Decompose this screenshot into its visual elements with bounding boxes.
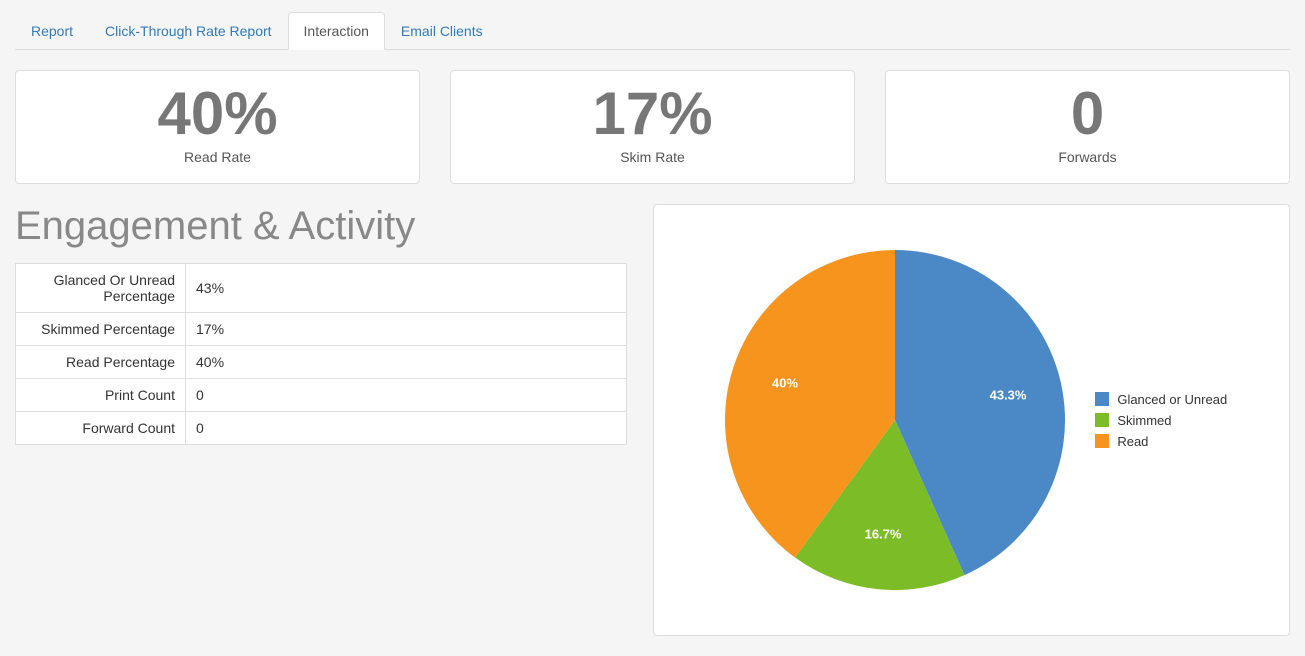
legend-swatch [1095,392,1109,406]
legend-label: Read [1117,434,1148,449]
stat-read-rate: 40% Read Rate [15,70,420,184]
pie-slice-label: 16.7% [865,526,902,541]
pie-slice-label: 40% [772,376,798,391]
legend-item: Glanced or Unread [1095,392,1227,407]
stat-label: Forwards [906,149,1269,165]
cell-key: Glanced Or Unread Percentage [16,264,186,313]
tab-ctr-report[interactable]: Click-Through Rate Report [89,12,288,50]
table-row: Read Percentage40% [16,346,627,379]
legend-label: Skimmed [1117,413,1171,428]
stat-value: 40% [36,81,399,147]
cell-value: 40% [186,346,627,379]
stat-value: 17% [471,81,834,147]
cell-value: 17% [186,313,627,346]
tab-email-clients[interactable]: Email Clients [385,12,499,50]
table-row: Forward Count0 [16,412,627,445]
legend-item: Read [1095,434,1227,449]
cell-key: Print Count [16,379,186,412]
pie-slice-label: 43.3% [990,387,1027,402]
table-row: Glanced Or Unread Percentage43% [16,264,627,313]
stat-label: Read Rate [36,149,399,165]
cell-value: 0 [186,412,627,445]
stat-value: 0 [906,81,1269,147]
legend-item: Skimmed [1095,413,1227,428]
legend-swatch [1095,434,1109,448]
stat-label: Skim Rate [471,149,834,165]
stat-skim-rate: 17% Skim Rate [450,70,855,184]
cell-value: 43% [186,264,627,313]
tab-bar: Report Click-Through Rate Report Interac… [15,12,1290,50]
cell-key: Forward Count [16,412,186,445]
tab-interaction[interactable]: Interaction [288,12,385,50]
engagement-chart: 43.3% 16.7% 40% Glanced or Unread Skimmed Re… [653,204,1291,636]
table-row: Skimmed Percentage17% [16,313,627,346]
legend-label: Glanced or Unread [1117,392,1227,407]
legend-swatch [1095,413,1109,427]
cell-key: Read Percentage [16,346,186,379]
tab-report[interactable]: Report [15,12,89,50]
pie-chart: 43.3% 16.7% 40% [715,225,1075,615]
engagement-table: Glanced Or Unread Percentage43% Skimmed … [15,263,627,445]
cell-value: 0 [186,379,627,412]
chart-legend: Glanced or Unread Skimmed Read [1095,386,1227,455]
stats-row: 40% Read Rate 17% Skim Rate 0 Forwards [15,70,1290,184]
table-row: Print Count0 [16,379,627,412]
stat-forwards: 0 Forwards [885,70,1290,184]
section-title: Engagement & Activity [15,204,627,249]
cell-key: Skimmed Percentage [16,313,186,346]
